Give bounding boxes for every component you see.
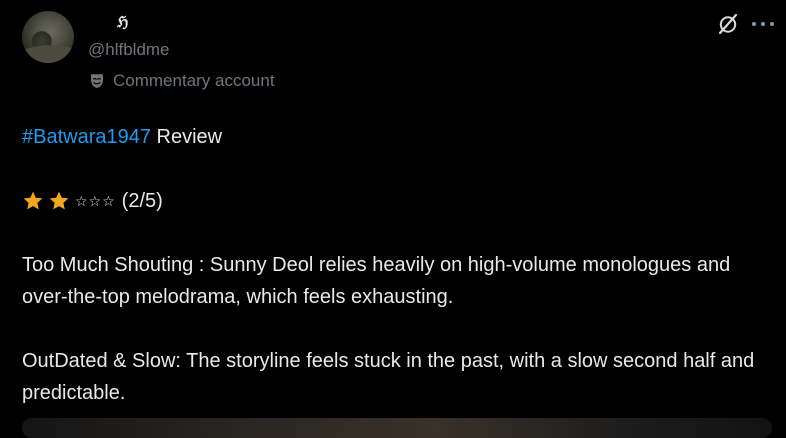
post-text: #Batwara1947 Review ☆☆☆ (2/5) Too Much S… xyxy=(22,121,762,409)
star-filled-icon xyxy=(23,191,43,210)
post-avatar[interactable] xyxy=(22,11,74,63)
more-icon[interactable] xyxy=(752,14,774,34)
star-filled-icon xyxy=(49,191,69,210)
rating-line: ☆☆☆ (2/5) xyxy=(22,185,762,217)
post-title: #Batwara1947 Review xyxy=(22,121,762,153)
account-label-text: Commentary account xyxy=(113,71,275,90)
display-name[interactable]: ℌ xyxy=(117,13,128,31)
post-paragraph-1: Too Much Shouting : Sunny Deol relies he… xyxy=(22,254,731,308)
star-outline-icons: ☆☆☆ xyxy=(75,193,116,209)
account-label: Commentary account xyxy=(88,71,275,91)
grok-icon[interactable] xyxy=(716,12,740,36)
post-paragraph-2: OutDated & Slow: The storyline feels stu… xyxy=(22,350,755,404)
user-handle[interactable]: @hlfbldme xyxy=(88,40,170,60)
title-text: Review xyxy=(150,126,223,148)
hashtag-link[interactable]: #Batwara1947 xyxy=(22,126,151,148)
media-preview[interactable] xyxy=(22,418,772,438)
mask-icon xyxy=(91,74,103,88)
rating-text: (2/5) xyxy=(121,190,163,212)
